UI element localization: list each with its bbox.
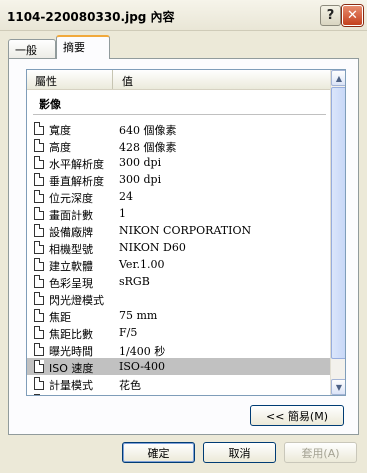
scroll-down-button[interactable]: ▼ [331, 379, 345, 395]
document-icon [34, 190, 44, 203]
document-icon [34, 292, 44, 305]
property-value: ISO-400 [119, 360, 166, 373]
list-item[interactable]: 計量模式 花色 [27, 375, 330, 392]
tab-summary[interactable]: 摘要 [56, 35, 110, 59]
group-label-image: 影像 [39, 98, 61, 111]
property-value: Ver.1.00 [119, 258, 165, 271]
document-icon [34, 394, 44, 395]
close-button[interactable]: ✕ [342, 5, 363, 26]
document-icon [34, 360, 44, 373]
list-item[interactable]: 相機型號 NIKON D60 [27, 239, 330, 256]
property-name: 寬度 [49, 124, 71, 137]
document-icon [34, 207, 44, 220]
list-item[interactable]: 閃光燈模式 [27, 290, 330, 307]
property-value: NIKON CORPORATION [119, 224, 252, 237]
property-name: ISO 速度 [49, 362, 94, 375]
property-list[interactable]: 屬性 值 影像 寬度 640 個像素 高度 428 個像素 水平解析度 300 dpi 垂直… [26, 69, 346, 396]
group-separator [33, 114, 326, 115]
property-name: 焦距比數 [49, 328, 93, 341]
list-item[interactable]: 水平解析度 300 dpi [27, 154, 330, 171]
property-value: 花色 [119, 379, 141, 392]
property-rows: 寬度 640 個像素高度 428 個像素水平解析度 300 dpi 垂直解析度 300 d… [27, 120, 330, 395]
property-name: 水平解析度 [49, 158, 104, 171]
property-value: 300 dpi [119, 156, 162, 169]
list-item[interactable]: 焦距比數 F/5 [27, 324, 330, 341]
ok-button[interactable]: 確定 [122, 442, 195, 463]
document-icon [34, 122, 44, 135]
scroll-up-button[interactable]: ▲ [331, 70, 345, 86]
property-value: 75 mm [119, 309, 158, 322]
document-icon [34, 309, 44, 322]
list-item[interactable]: 建立軟體 Ver.1.00 [27, 256, 330, 273]
document-icon [34, 224, 44, 237]
property-name: 光源 [49, 394, 71, 395]
property-name: 畫面計數 [49, 209, 93, 222]
property-value: 1 [119, 207, 126, 220]
property-value: sRGB [119, 275, 150, 288]
property-name: 相機型號 [49, 243, 93, 256]
property-name: 設備廠牌 [49, 226, 93, 239]
document-icon [34, 258, 44, 271]
document-icon [34, 139, 44, 152]
title-bar: 1104-220080330.jpg 內容 ? ✕ [0, 0, 367, 31]
list-item[interactable]: 垂直解析度 300 dpi [27, 171, 330, 188]
list-item[interactable]: 位元深度 24 [27, 188, 330, 205]
property-value: 1/400 秒 [119, 345, 166, 358]
property-value: 428 個像素 [119, 141, 177, 154]
list-item[interactable]: 色彩呈現 sRGB [27, 273, 330, 290]
column-header-value[interactable]: 值 [114, 70, 330, 89]
simple-view-button[interactable]: << 簡易(M) [250, 405, 344, 426]
property-value: 300 dpi [119, 173, 162, 186]
tab-general[interactable]: 一般 [8, 39, 56, 59]
column-header-property[interactable]: 屬性 [27, 70, 113, 89]
help-button[interactable]: ? [320, 5, 341, 26]
scroll-thumb[interactable] [331, 87, 345, 359]
apply-button[interactable]: 套用(A) [284, 442, 357, 463]
property-name: 曝光時間 [49, 345, 93, 358]
list-item[interactable]: ISO 速度 ISO-400 [27, 358, 330, 375]
property-name: 位元深度 [49, 192, 93, 205]
property-name: 建立軟體 [49, 260, 93, 273]
document-icon [34, 241, 44, 254]
property-name: 垂直解析度 [49, 175, 104, 188]
document-icon [34, 343, 44, 356]
document-icon [34, 156, 44, 169]
property-value: F/5 [119, 326, 138, 339]
window-title: 1104-220080330.jpg 內容 [7, 10, 175, 24]
list-item[interactable]: 畫面計數 1 [27, 205, 330, 222]
property-name: 焦距 [49, 311, 71, 324]
property-value: NIKON D60 [119, 241, 186, 254]
document-icon [34, 377, 44, 390]
property-value: 640 個像素 [119, 124, 177, 137]
list-header: 屬性 值 [27, 70, 330, 90]
property-name: 色彩呈現 [49, 277, 93, 290]
cancel-button[interactable]: 取消 [203, 442, 276, 463]
list-item[interactable]: 寬度 640 個像素 [27, 120, 330, 137]
property-value: 24 [119, 190, 133, 203]
list-item[interactable]: 光源 不明 [27, 392, 330, 395]
property-name: 高度 [49, 141, 71, 154]
document-icon [34, 326, 44, 339]
property-name: 計量模式 [49, 379, 93, 392]
list-item[interactable]: 高度 428 個像素 [27, 137, 330, 154]
property-value: 不明 [119, 394, 141, 395]
list-item[interactable]: 曝光時間 1/400 秒 [27, 341, 330, 358]
vertical-scrollbar[interactable]: ▲ ▼ [330, 70, 345, 395]
document-icon [34, 173, 44, 186]
property-name: 閃光燈模式 [49, 294, 104, 307]
list-item[interactable]: 設備廠牌 NIKON CORPORATION [27, 222, 330, 239]
list-item[interactable]: 焦距 75 mm [27, 307, 330, 324]
document-icon [34, 275, 44, 288]
